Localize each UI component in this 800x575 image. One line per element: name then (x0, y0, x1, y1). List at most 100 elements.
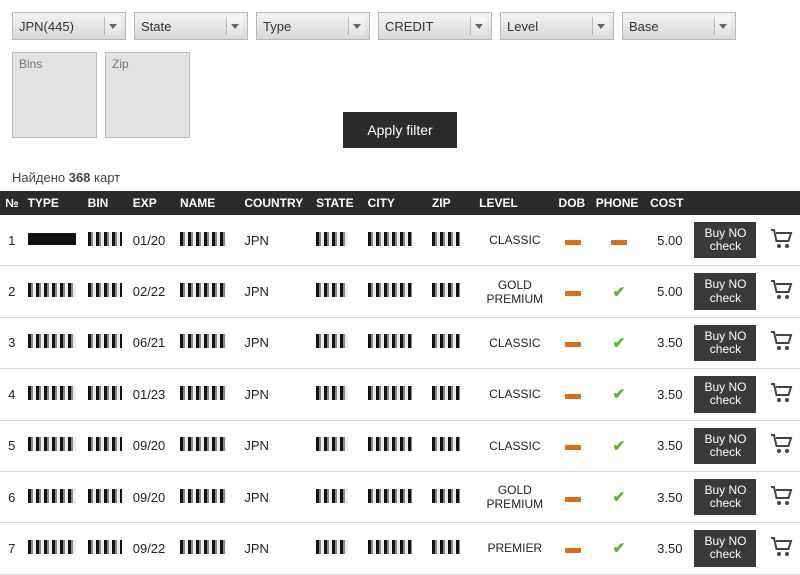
cell-dob (555, 215, 592, 266)
cell-exp: 09/20 (129, 471, 176, 522)
cell-type (24, 420, 84, 471)
cell-cart (766, 266, 800, 317)
cell-type (24, 266, 84, 317)
cell-phone: ✔ (592, 266, 646, 317)
col-exp[interactable]: EXP (129, 191, 176, 215)
cell-cart (766, 215, 800, 266)
cell-exp: 09/20 (129, 420, 176, 471)
cell-country: JPN (240, 369, 312, 420)
cell-cost: 3.50 (646, 317, 690, 368)
cell-country: JPN (240, 523, 312, 574)
chevron-down-icon (719, 24, 727, 29)
cell-country: JPN (240, 266, 312, 317)
cell-phone: ✔ (592, 317, 646, 368)
buy-button[interactable]: Buy NO check (694, 325, 756, 361)
cart-icon[interactable] (770, 383, 794, 403)
cell-state (312, 420, 364, 471)
cart-icon[interactable] (770, 434, 794, 454)
filter-cardtype[interactable]: CREDIT (378, 12, 492, 40)
col-dob[interactable]: DOB (555, 191, 592, 215)
cart-icon[interactable] (770, 537, 794, 557)
cell-num: 3 (0, 317, 24, 368)
col-state[interactable]: STATE (312, 191, 364, 215)
cell-level: CLASSIC (475, 420, 554, 471)
buy-button[interactable]: Buy NO check (694, 376, 756, 412)
cart-icon[interactable] (770, 486, 794, 506)
cell-level: GOLD PREMIUM (475, 471, 554, 522)
buy-button[interactable]: Buy NO check (694, 222, 756, 258)
chevron-down-icon (353, 24, 361, 29)
cell-name (176, 471, 240, 522)
cell-cost: 5.00 (646, 266, 690, 317)
filter-state[interactable]: State (134, 12, 248, 40)
summary-count: 368 (69, 170, 91, 185)
cart-icon[interactable] (770, 331, 794, 351)
cell-city (364, 266, 428, 317)
table-row: 202/22JPNGOLD PREMIUM✔5.00Buy NO check (0, 266, 800, 317)
col-city[interactable]: CITY (364, 191, 428, 215)
chevron-down-icon (597, 24, 605, 29)
cell-buy: Buy NO check (690, 266, 765, 317)
col-num[interactable]: № (0, 191, 24, 215)
filter-type[interactable]: Type (256, 12, 370, 40)
cell-buy: Buy NO check (690, 369, 765, 420)
cell-cost: 3.50 (646, 523, 690, 574)
summary-prefix: Найдено (12, 170, 69, 185)
cell-cart (766, 420, 800, 471)
cell-buy: Buy NO check (690, 317, 765, 368)
col-type[interactable]: TYPE (24, 191, 84, 215)
filter-base[interactable]: Base (622, 12, 736, 40)
zip-input[interactable] (105, 52, 190, 138)
col-name[interactable]: NAME (176, 191, 240, 215)
chevron-down-icon (109, 24, 117, 29)
dash-icon (565, 291, 581, 296)
cell-zip (428, 215, 475, 266)
apply-filter-button[interactable]: Apply filter (343, 112, 456, 148)
bins-input[interactable] (12, 52, 97, 138)
buy-button[interactable]: Buy NO check (694, 530, 756, 566)
col-phone[interactable]: PHONE (592, 191, 646, 215)
summary-suffix: карт (90, 170, 120, 185)
filter-country-value: JPN(445) (19, 19, 74, 34)
chevron-down-icon (475, 24, 483, 29)
cell-name (176, 420, 240, 471)
cell-exp: 01/23 (129, 369, 176, 420)
cell-name (176, 369, 240, 420)
buy-button[interactable]: Buy NO check (694, 273, 756, 309)
cell-zip (428, 317, 475, 368)
cart-icon[interactable] (770, 280, 794, 300)
filter-level[interactable]: Level (500, 12, 614, 40)
filter-country[interactable]: JPN(445) (12, 12, 126, 40)
cell-zip (428, 523, 475, 574)
cell-num: 7 (0, 523, 24, 574)
col-level[interactable]: LEVEL (475, 191, 554, 215)
cell-bin (84, 471, 129, 522)
dash-icon (611, 240, 627, 245)
dash-icon (565, 497, 581, 502)
cell-zip (428, 420, 475, 471)
cell-phone: ✔ (592, 471, 646, 522)
filter-base-value: Base (629, 19, 659, 34)
cell-cost: 3.50 (646, 369, 690, 420)
cell-name (176, 215, 240, 266)
cell-bin (84, 420, 129, 471)
cell-cart (766, 523, 800, 574)
col-cost[interactable]: COST (646, 191, 690, 215)
check-icon: ✔ (613, 335, 626, 352)
buy-button[interactable]: Buy NO check (694, 428, 756, 464)
filter-state-value: State (141, 19, 171, 34)
cell-phone: ✔ (592, 523, 646, 574)
cell-dob (555, 471, 592, 522)
check-icon: ✔ (613, 438, 626, 455)
cell-city (364, 471, 428, 522)
cart-icon[interactable] (770, 229, 794, 249)
col-bin[interactable]: BIN (84, 191, 129, 215)
cell-type (24, 317, 84, 368)
cell-state (312, 215, 364, 266)
dash-icon (565, 445, 581, 450)
col-buy (690, 191, 765, 215)
cell-num: 6 (0, 471, 24, 522)
col-country[interactable]: COUNTRY (240, 191, 312, 215)
cell-bin (84, 317, 129, 368)
col-zip[interactable]: ZIP (428, 191, 475, 215)
